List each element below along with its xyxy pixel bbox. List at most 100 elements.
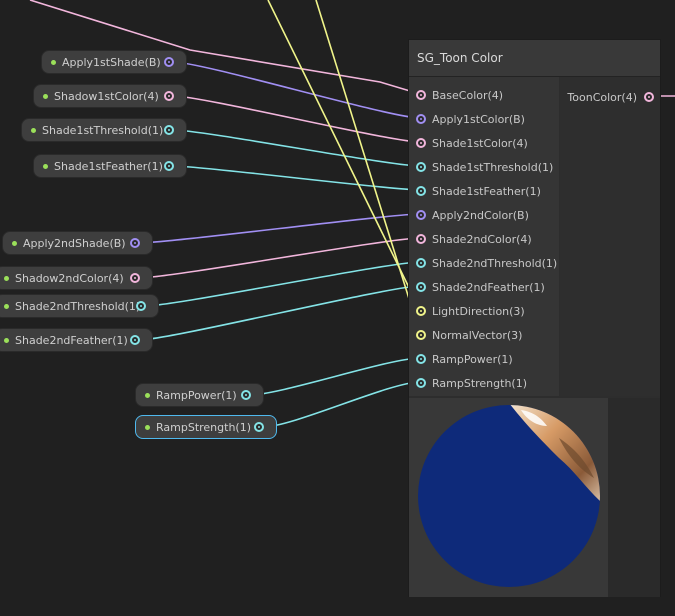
input-port[interactable]: LightDirection(3) — [409, 299, 525, 323]
property-output-port-icon[interactable] — [130, 273, 140, 283]
property-label: RampStrength(1) — [156, 420, 252, 434]
property-output-port-icon[interactable] — [164, 91, 174, 101]
node-output-ports: ToonColor(4) — [560, 77, 660, 396]
wire — [138, 285, 421, 341]
input-port-icon[interactable] — [416, 162, 426, 172]
input-port[interactable]: Shade1stFeather(1) — [409, 179, 541, 203]
property-status-icon — [4, 276, 9, 281]
property-label: Shade2ndThreshold(1) — [15, 299, 141, 313]
node-preview[interactable] — [409, 398, 608, 597]
input-port-icon[interactable] — [416, 282, 426, 292]
property-node[interactable]: Shade1stFeather(1) — [33, 154, 187, 178]
preview-sphere — [418, 405, 600, 587]
input-port[interactable]: Shade2ndFeather(1) — [409, 275, 545, 299]
property-status-icon — [12, 241, 17, 246]
input-port-icon[interactable] — [416, 306, 426, 316]
input-port[interactable]: Shade1stColor(4) — [409, 131, 528, 155]
wire — [138, 237, 421, 279]
property-node[interactable]: Shade2ndFeather(1) — [0, 328, 153, 352]
property-output-port-icon[interactable] — [130, 238, 140, 248]
wire — [249, 357, 421, 396]
input-port-label: Shade1stColor(4) — [432, 136, 528, 150]
node-input-ports: BaseColor(4) Apply1stColor(B) Shade1stColo… — [409, 77, 559, 396]
input-port-label: Apply1stColor(B) — [432, 112, 525, 126]
input-port-label: NormalVector(3) — [432, 328, 523, 342]
property-node[interactable]: Shade1stThreshold(1) — [21, 118, 187, 142]
wire — [315, 0, 421, 335]
input-port-icon[interactable] — [416, 210, 426, 220]
input-port-icon[interactable] — [416, 114, 426, 124]
input-port-icon[interactable] — [416, 90, 426, 100]
property-output-port-icon[interactable] — [254, 422, 264, 432]
property-output-port-icon[interactable] — [241, 390, 251, 400]
property-node[interactable]: RampStrength(1) — [135, 415, 277, 439]
preview-gutter — [608, 398, 660, 597]
property-node[interactable]: Apply1stShade(B) — [41, 50, 187, 74]
property-label: Shadow2ndColor(4) — [15, 271, 124, 285]
property-status-icon — [145, 393, 150, 398]
property-status-icon — [51, 60, 56, 65]
wire — [138, 213, 421, 244]
wire — [172, 61, 421, 119]
input-port[interactable]: Shade1stThreshold(1) — [409, 155, 553, 179]
input-port-icon[interactable] — [416, 186, 426, 196]
wire — [172, 129, 421, 167]
input-port-label: LightDirection(3) — [432, 304, 525, 318]
property-status-icon — [145, 425, 150, 430]
property-node[interactable]: Shadow2ndColor(4) — [0, 266, 153, 290]
property-output-port-icon[interactable] — [130, 335, 140, 345]
node-title[interactable]: SG_Toon Color — [409, 40, 660, 77]
property-output-port-icon[interactable] — [164, 125, 174, 135]
input-port-label: Shade1stThreshold(1) — [432, 160, 554, 174]
property-label: Shade1stThreshold(1) — [42, 123, 164, 137]
input-port-label: BaseColor(4) — [432, 88, 504, 102]
toon-color-node[interactable]: SG_Toon Color BaseColor(4) Apply1stColor(… — [408, 39, 661, 597]
input-port[interactable]: Shade2ndThreshold(1) — [409, 251, 557, 275]
wire — [172, 95, 421, 143]
input-port[interactable]: RampStrength(1) — [409, 371, 527, 395]
output-port-toon-color[interactable]: ToonColor(4) — [567, 85, 660, 109]
input-port-icon[interactable] — [416, 378, 426, 388]
input-port-label: Shade2ndColor(4) — [432, 232, 532, 246]
input-port-label: RampStrength(1) — [432, 376, 528, 390]
property-status-icon — [43, 94, 48, 99]
input-port-label: Shade2ndThreshold(1) — [432, 256, 558, 270]
property-label: RampPower(1) — [156, 388, 237, 402]
input-port-icon[interactable] — [416, 258, 426, 268]
wire — [262, 381, 421, 428]
output-port-label: ToonColor(4) — [567, 90, 637, 104]
property-label: Shade1stFeather(1) — [54, 159, 163, 173]
input-port[interactable]: Shade2ndColor(4) — [409, 227, 532, 251]
wire — [267, 0, 421, 311]
property-status-icon — [4, 338, 9, 343]
wire — [29, 0, 421, 95]
input-port[interactable]: NormalVector(3) — [409, 323, 522, 347]
property-label: Shade2ndFeather(1) — [15, 333, 128, 347]
node-title-label: SG_Toon Color — [417, 51, 503, 65]
property-status-icon — [4, 304, 9, 309]
property-status-icon — [43, 164, 48, 169]
wire — [144, 261, 421, 307]
property-output-port-icon[interactable] — [164, 57, 174, 67]
input-port-label: Apply2ndColor(B) — [432, 208, 529, 222]
input-port-icon[interactable] — [416, 234, 426, 244]
input-port-icon[interactable] — [416, 138, 426, 148]
property-node[interactable]: Shadow1stColor(4) — [33, 84, 187, 108]
property-output-port-icon[interactable] — [164, 161, 174, 171]
input-port[interactable]: Apply2ndColor(B) — [409, 203, 529, 227]
property-label: Apply1stShade(B) — [62, 55, 161, 69]
property-node[interactable]: Shade2ndThreshold(1) — [0, 294, 159, 318]
property-output-port-icon[interactable] — [136, 301, 146, 311]
input-port[interactable]: BaseColor(4) — [409, 83, 503, 107]
property-node[interactable]: RampPower(1) — [135, 383, 264, 407]
input-port-label: RampPower(1) — [432, 352, 513, 366]
input-port-icon[interactable] — [416, 330, 426, 340]
input-port-icon[interactable] — [416, 354, 426, 364]
input-port[interactable]: RampPower(1) — [409, 347, 513, 371]
input-port-label: Shade2ndFeather(1) — [432, 280, 545, 294]
property-node[interactable]: Apply2ndShade(B) — [2, 231, 153, 255]
output-port-icon[interactable] — [644, 92, 654, 102]
property-status-icon — [31, 128, 36, 133]
input-port-label: Shade1stFeather(1) — [432, 184, 541, 198]
input-port[interactable]: Apply1stColor(B) — [409, 107, 525, 131]
